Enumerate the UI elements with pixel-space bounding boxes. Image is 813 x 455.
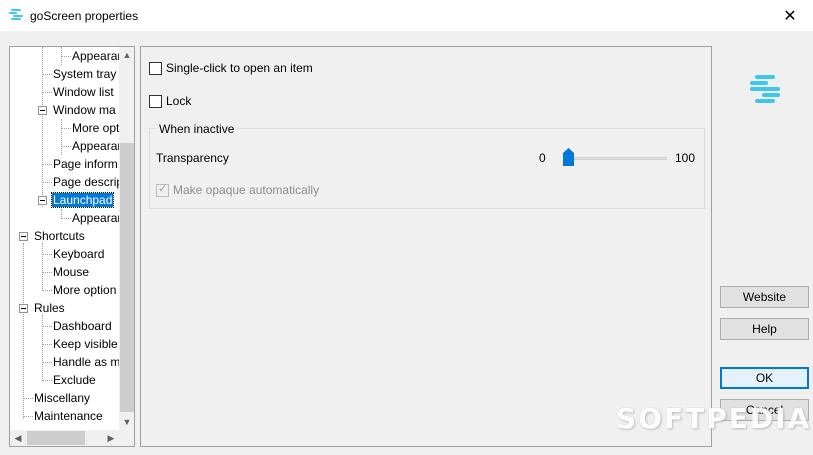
tree-item[interactable]: Page descrip [53, 173, 123, 191]
tree-item[interactable]: More option [53, 281, 116, 299]
lock-checkbox[interactable] [149, 94, 162, 108]
softpedia-watermark: SOFTPEDIA [616, 402, 812, 435]
tree-connector [23, 398, 33, 399]
single-click-label: Single-click to open an item [166, 61, 313, 75]
tree-item[interactable]: Window ma [53, 101, 116, 119]
goscreen-logo-icon [9, 9, 23, 20]
tree-item[interactable]: Dashboard [53, 317, 112, 335]
tree-item[interactable]: Appearan [72, 209, 124, 227]
tree-item[interactable]: Appearan [72, 47, 124, 65]
tree-item[interactable]: Shortcuts [34, 227, 85, 245]
lock-label: Lock [166, 94, 192, 108]
transparency-slider-track[interactable] [566, 157, 667, 160]
scroll-left-icon[interactable]: ◀ [10, 430, 26, 446]
tree-connector [42, 344, 52, 345]
tree-vertical-scrollbar[interactable]: ▲ ▼ [119, 47, 134, 430]
close-button[interactable]: ✕ [767, 0, 813, 31]
tree-connector [42, 74, 52, 75]
tree-item[interactable]: System tray [53, 65, 116, 83]
tree-connector [42, 164, 52, 165]
collapse-toggle-icon[interactable] [19, 232, 28, 241]
scroll-down-icon[interactable]: ▼ [119, 414, 134, 430]
tree-connector [61, 146, 71, 147]
tree-item[interactable]: Window list [53, 83, 114, 101]
collapse-toggle-icon[interactable] [38, 106, 47, 115]
tree-item[interactable]: Mouse [53, 263, 89, 281]
tree-connector [61, 119, 62, 155]
settings-panel [140, 46, 712, 447]
scroll-thumb[interactable] [120, 143, 134, 412]
transparency-slider-thumb[interactable] [563, 148, 574, 166]
make-opaque-option[interactable]: Make opaque automatically [156, 182, 320, 197]
transparency-label: Transparency [156, 151, 229, 165]
tree-connector [42, 272, 52, 273]
window-title: goScreen properties [30, 9, 139, 23]
scroll-thumb[interactable] [27, 431, 85, 445]
slider-max-label: 100 [675, 151, 696, 165]
tree-connector [42, 315, 43, 381]
tree-connector [42, 326, 52, 327]
scroll-right-icon[interactable]: ▶ [103, 430, 119, 446]
tree-item-launchpad[interactable]: Launchpad [50, 191, 115, 209]
close-icon: ✕ [783, 7, 797, 25]
single-click-checkbox[interactable] [149, 61, 162, 75]
tree-connector [42, 92, 52, 93]
scrollbar-corner [119, 430, 134, 446]
make-opaque-label: Make opaque automatically [173, 183, 320, 197]
tree-item[interactable]: Page inform [53, 155, 118, 173]
tree-connector [42, 47, 43, 207]
collapse-toggle-icon[interactable] [19, 304, 28, 313]
tree-connector [61, 218, 71, 219]
tree-item[interactable]: Handle as m [53, 353, 120, 371]
tree-connector [42, 243, 43, 291]
tree-item[interactable]: Miscellany [34, 389, 90, 407]
scroll-up-icon[interactable]: ▲ [119, 47, 134, 63]
tree-connector [42, 362, 52, 363]
tree-connector [61, 56, 71, 57]
tree-horizontal-scrollbar[interactable]: ◀ ▶ [10, 430, 119, 446]
goscreen-logo-icon [750, 75, 780, 103]
tree-item[interactable]: More opt [72, 119, 119, 137]
ok-button[interactable]: OK [720, 367, 809, 389]
tree-connector [61, 128, 71, 129]
tree-connector [42, 182, 52, 183]
tree-item[interactable]: Appearan [72, 137, 124, 155]
tree-item[interactable]: Keyboard [53, 245, 104, 263]
tree-connector [42, 290, 52, 291]
tree-item[interactable]: Keep visible [53, 335, 118, 353]
title-bar: goScreen properties ✕ [0, 0, 813, 31]
tree-connector [23, 243, 24, 419]
tree-item[interactable]: Maintenance [34, 407, 103, 425]
tree-connector [42, 254, 52, 255]
when-inactive-legend: When inactive [156, 122, 238, 136]
lock-option[interactable]: Lock [149, 94, 191, 108]
slider-min-label: 0 [539, 151, 546, 165]
tree-item[interactable]: Exclude [53, 371, 96, 389]
settings-tree[interactable]: Appearan System tray Window list Window … [9, 46, 135, 447]
help-button[interactable]: Help [720, 318, 809, 340]
tree-item[interactable]: Rules [34, 299, 65, 317]
tree-connector [42, 380, 52, 381]
collapse-toggle-icon[interactable] [38, 196, 47, 205]
tree-connector [23, 416, 33, 417]
website-button[interactable]: Website [720, 286, 809, 308]
single-click-option[interactable]: Single-click to open an item [149, 61, 313, 75]
make-opaque-checkbox[interactable] [156, 182, 169, 197]
